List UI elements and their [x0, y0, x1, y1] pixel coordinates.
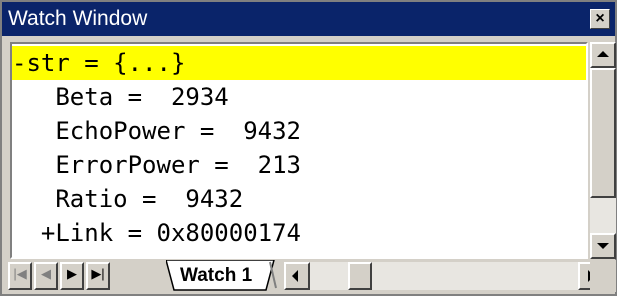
watch-row-errorpower[interactable]: ErrorPower = 213 — [12, 148, 586, 182]
arrow-up-icon — [597, 51, 609, 57]
last-tab-button[interactable]: ▶| — [86, 262, 110, 290]
watch-list: -str = {...} Beta = 2934 EchoPower = 943… — [10, 42, 588, 259]
first-page-icon: |◀ — [13, 266, 27, 281]
watch-row-beta[interactable]: Beta = 2934 — [12, 80, 586, 114]
vertical-scrollbar[interactable] — [590, 42, 616, 259]
first-tab-button[interactable]: |◀ — [8, 262, 32, 290]
tab-bar: |◀ ◀ ▶ ▶| Watch 1 — [8, 260, 614, 292]
arrow-left-icon — [292, 270, 298, 282]
arrow-down-icon — [597, 243, 609, 249]
horizontal-scrollbar[interactable] — [284, 262, 604, 290]
tab-label: Watch 1 — [180, 265, 253, 286]
scroll-down-button[interactable] — [590, 233, 616, 259]
tab-watch-1[interactable]: Watch 1 — [166, 260, 278, 292]
window-title: Watch Window — [8, 7, 148, 30]
next-page-icon: ▶ — [67, 266, 77, 281]
close-icon: × — [595, 10, 605, 27]
watch-row-ratio[interactable]: Ratio = 9432 — [12, 182, 586, 216]
horizontal-scroll-thumb[interactable] — [348, 262, 372, 290]
scroll-up-button[interactable] — [590, 42, 616, 68]
vertical-scroll-thumb[interactable] — [590, 68, 616, 198]
watch-row-str[interactable]: -str = {...} — [12, 46, 586, 80]
previous-tab-button[interactable]: ◀ — [34, 262, 58, 290]
size-grip-corner — [590, 260, 616, 292]
scroll-left-button[interactable] — [284, 262, 310, 290]
watch-window: Watch Window × -str = {...} Beta = 2934 … — [0, 0, 617, 296]
previous-page-icon: ◀ — [41, 266, 51, 281]
next-tab-button[interactable]: ▶ — [60, 262, 84, 290]
watch-row-link[interactable]: +Link = 0x80000174 — [12, 216, 586, 250]
last-page-icon: ▶| — [91, 266, 105, 281]
title-bar[interactable]: Watch Window × — [2, 2, 615, 36]
watch-row-echopower[interactable]: EchoPower = 9432 — [12, 114, 586, 148]
close-button[interactable]: × — [590, 9, 610, 29]
